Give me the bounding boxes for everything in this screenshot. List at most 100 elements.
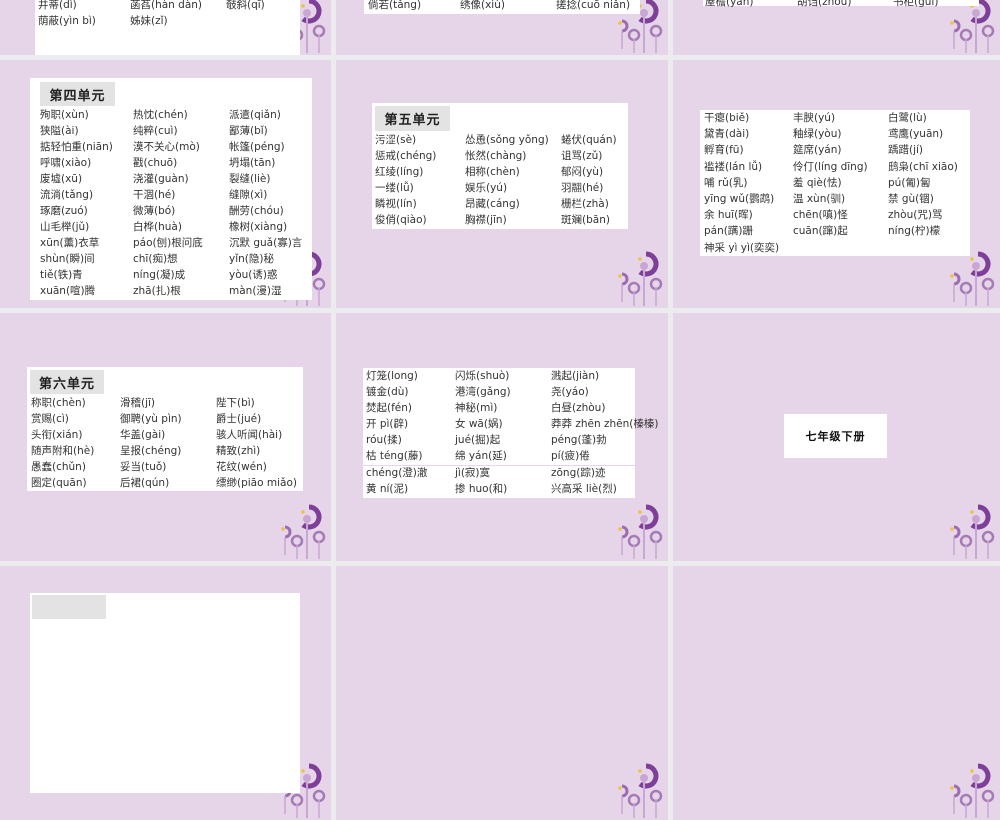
word-entry: 书柜(guì) (893, 0, 939, 8)
word-entry: 殉职(xùn) (40, 109, 89, 121)
word-entry: 掺 huo(和) (455, 483, 508, 495)
word-entry: 焚起(fén) (366, 402, 413, 414)
word-entry: pán(蹒)跚 (704, 225, 753, 238)
slide-thumbnail[interactable] (0, 566, 331, 820)
word-entry: màn(漫)湿 (229, 285, 282, 297)
word-entry: 污涩(sè) (375, 134, 417, 146)
word-entry: 俊俏(qiào) (375, 214, 427, 226)
word-entry: 神秘(mì) (455, 402, 498, 414)
word-entry: 镀金(dù) (366, 386, 409, 398)
word-entry: 干瘪(biě) (704, 112, 750, 124)
word-entry: 废墟(xū) (40, 173, 83, 185)
word-entry: 红绫(líng) (375, 166, 424, 178)
word-entry: 倘若(tǎng) (368, 0, 422, 11)
word-entry: 兴高采 liè(烈) (551, 483, 617, 495)
word-entry: 孵育(fū) (704, 144, 744, 157)
word-entry: 随声附和(hè) (31, 445, 95, 457)
word-entry: 山毛榉(jǔ) (40, 221, 90, 233)
unit-header: 第四单元 (40, 82, 115, 106)
word-entry: chī(痴)想 (133, 253, 178, 265)
word-entry: 白桦(huà) (133, 221, 182, 233)
word-entry: 干涸(hé) (133, 189, 176, 201)
word-entry: níng(柠)檬 (888, 225, 941, 238)
word-entry: 缥缈(piāo miǎo) (216, 477, 297, 489)
word-entry: 白昼(zhòu) (551, 402, 606, 414)
word-entry: 愚蠢(chǔn) (31, 461, 86, 473)
word-entry: 莽莽 zhēn zhēn(榛榛) (551, 418, 659, 430)
slide-thumbnail[interactable]: 干瘪(biě) 丰腴(yú) 白鹭(lù) 黛青(dài) 釉绿(yòu) 鸢鹰(yuān… (673, 60, 1000, 308)
word-entry: 瞵视(lín) (375, 198, 417, 210)
word-entry: 余 huī(晖) (704, 209, 753, 222)
word-entry: 坍塌(tān) (229, 157, 276, 169)
word-entry: péng(蓬)勃 (551, 434, 607, 446)
word-entry: 妥当(tuǒ) (120, 461, 167, 473)
word-entry: 鸱枭(chī xiāo) (888, 160, 958, 173)
word-entry: 斑斓(bān) (561, 214, 610, 226)
word-entry: xuān(喧)腾 (40, 285, 96, 297)
word-entry: 郁闷(yù) (561, 166, 604, 178)
word-entry: chēn(嗔)怪 (793, 209, 848, 222)
flower-decoration-icon (610, 246, 666, 306)
word-entry: 头衔(xián) (31, 429, 83, 441)
word-entry: 华盖(gài) (120, 429, 166, 441)
word-entry: 狭隘(ài) (40, 125, 79, 137)
word-entry: 流淌(tǎng) (40, 189, 94, 201)
word-entry: 姊妹(zǐ) (130, 15, 168, 27)
unit-header: 第五单元 (375, 106, 450, 131)
word-entry: 一缕(lǚ) (375, 182, 414, 194)
word-entry: yīng wǔ(鹦鹉) (704, 193, 775, 205)
word-entry: 羞 qiè(怯) (793, 176, 842, 189)
word-entry: pú(匍)匐 (888, 176, 931, 189)
slide-thumbnail[interactable]: 第六单元 称职(chèn) 滑稽(jī) 陛下(bì) 赏赐(cì) 御聘(yù pìn)… (0, 313, 331, 561)
word-entry: yǐn(隐)秘 (229, 253, 274, 265)
word-entry: 浇灌(guàn) (133, 173, 189, 185)
word-entry: 怂恿(sǒng yǒng) (465, 134, 549, 146)
word-entry: 呼啸(xiào) (40, 157, 92, 169)
slide-thumbnail[interactable] (673, 566, 1000, 820)
book-title-box: 七年级下册 (784, 414, 887, 458)
word-entry: 骇人听闻(hài) (216, 429, 283, 441)
word-entry: 怅然(chàng) (465, 150, 527, 162)
word-entry: 派遣(qiǎn) (229, 109, 281, 121)
word-entry: 蜷伏(quán) (561, 134, 617, 146)
slide-thumbnail[interactable]: 倘若(tǎng) 绣像(xiù) 搓捻(cuō niǎn) (336, 0, 668, 55)
flower-decoration-icon (942, 499, 998, 559)
word-entry: 呈报(chéng) (120, 445, 182, 457)
slide-thumbnail[interactable]: 灯笼(long) 闪烁(shuò) 溅起(jiàn) 镀金(dù) 港湾(gǎng) 尧(… (336, 313, 668, 561)
word-entry: shùn(瞬)间 (40, 253, 95, 265)
word-entry: 昂藏(cáng) (465, 198, 520, 210)
word-entry: 橡树(xiàng) (229, 221, 288, 233)
word-entry: 胡诌(zhōu) (797, 0, 852, 8)
word-entry: 黄 ní(泥) (366, 483, 409, 495)
word-entry: 尧(yáo) (551, 386, 589, 398)
word-entry: 伶仃(líng dīng) (793, 160, 868, 173)
slide-thumbnail[interactable]: 第五单元污涩(sè) 怂恿(sǒng yǒng) 蜷伏(quán) 惩戒(chéng)… (336, 60, 668, 308)
word-entry: tiě(铁)青 (40, 269, 83, 281)
word-entry: 滑稽(jī) (120, 397, 156, 409)
word-entry: 溅起(jiàn) (551, 370, 600, 382)
word-entry: 绵 yán(延) (455, 450, 507, 462)
word-entry: 纯粹(cuì) (133, 125, 178, 137)
slide-thumbnail[interactable] (336, 566, 668, 820)
word-entry: 缝隙(xì) (229, 189, 268, 201)
slide-thumbnail[interactable]: 井蒂(dì) 菡萏(hàn dàn) 攲斜(qī) 荫蔽(yìn bì) 姊妹(zǐ) (0, 0, 331, 55)
slide-thumbnail[interactable]: 七年级下册 (673, 313, 1000, 561)
word-entry: 陛下(bì) (216, 397, 255, 409)
word-entry: 褴褛(lán lǚ) (704, 160, 763, 173)
slide-thumbnail[interactable]: 屋檐(yán) 胡诌(zhōu) 书柜(guì) (673, 0, 1000, 55)
word-entry: 菡萏(hàn dàn) (130, 0, 203, 11)
word-entry: 戳(chuō) (133, 157, 178, 169)
word-entry: 热忱(chén) (133, 109, 188, 121)
word-entry: 羽翮(hé) (561, 182, 604, 194)
word-entry: 灯笼(long) (366, 370, 418, 382)
word-entry: 掂轻怕重(niān) (40, 141, 113, 153)
word-entry: 哺 rǔ(乳) (704, 176, 748, 189)
word-entry: 神采 yì yì(奕奕) (704, 241, 780, 254)
slide-thumbnail[interactable]: 第四单元殉职(xùn) 热忱(chén) 派遣(qiǎn) 狭隘(ài) 纯粹(cuì)… (0, 60, 331, 308)
word-entry: 精致(zhì) (216, 445, 261, 457)
unit-header (32, 595, 106, 619)
book-title: 七年级下册 (805, 430, 866, 443)
word-entry: 屋檐(yán) (705, 0, 754, 8)
word-entry: róu(揉) (366, 434, 402, 446)
word-entry: 惩戒(chéng) (375, 150, 437, 162)
